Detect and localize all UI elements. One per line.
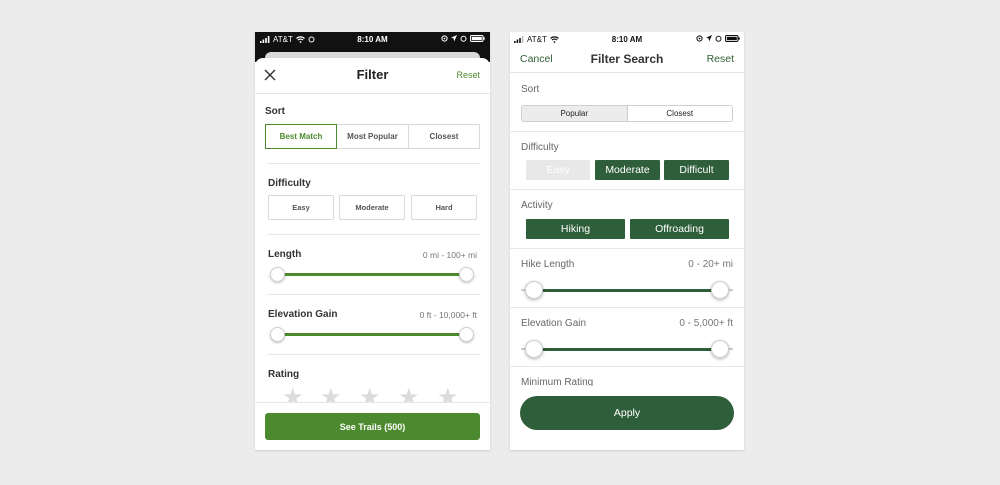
length-slider-track — [277, 273, 467, 276]
divider — [267, 294, 480, 295]
hike-length-range-value: 0 - 20+ mi — [688, 259, 733, 270]
nav-bar: Cancel Filter Search Reset — [510, 46, 744, 73]
activity-label: Activity — [521, 200, 553, 211]
sort-label: Sort — [521, 84, 540, 95]
battery-icon — [470, 35, 485, 42]
length-label: Length — [268, 249, 302, 260]
divider — [267, 354, 480, 355]
length-max-thumb[interactable] — [459, 267, 474, 282]
difficulty-easy-button[interactable]: Easy — [526, 160, 590, 180]
difficulty-difficult-button[interactable]: Difficult — [664, 160, 729, 180]
divider — [267, 163, 480, 164]
filter-screen-v1: AT&T 8:10 AM Filter Reset Sort Best Matc… — [255, 32, 490, 450]
activity-hiking-button[interactable]: Hiking — [526, 219, 625, 239]
difficulty-easy-button[interactable]: Easy — [268, 195, 334, 220]
elevation-slider-track — [277, 333, 467, 336]
location-icon — [706, 35, 712, 42]
elevation-label: Elevation Gain — [268, 309, 338, 320]
difficulty-label: Difficulty — [268, 178, 311, 189]
divider — [510, 366, 744, 367]
filter-sheet: Filter Reset Sort Best Match Most Popula… — [255, 58, 490, 450]
sort-segmented-control: Popular Closest — [521, 105, 733, 122]
elevation-range-value: 0 - 5,000+ ft — [679, 318, 733, 329]
sheet-footer: See Trails (500) — [255, 402, 490, 450]
divider — [510, 131, 744, 132]
elevation-min-thumb[interactable] — [525, 340, 543, 358]
elevation-range-value: 0 ft - 10,000+ ft — [419, 310, 477, 320]
difficulty-moderate-button[interactable]: Moderate — [595, 160, 660, 180]
filter-header: Filter Reset — [255, 58, 490, 94]
lock-rotation-icon — [696, 35, 703, 42]
location-icon — [451, 35, 457, 42]
elevation-min-thumb[interactable] — [270, 327, 285, 342]
difficulty-label: Difficulty — [521, 142, 559, 153]
page-title: Filter — [356, 67, 389, 82]
lock-rotation-icon — [441, 35, 448, 42]
filter-screen-v2: AT&T 8:10 AM Cancel Filter Search Reset — [510, 32, 744, 450]
sort-segmented-control: Best Match Most Popular Closest — [265, 124, 480, 149]
scroll-fade — [510, 386, 744, 396]
length-range-value: 0 mi - 100+ mi — [422, 250, 477, 260]
elevation-max-thumb[interactable] — [459, 327, 474, 342]
sort-option-most-popular[interactable]: Most Popular — [337, 124, 409, 149]
difficulty-moderate-button[interactable]: Moderate — [339, 195, 405, 220]
activity-offroading-button[interactable]: Offroading — [630, 219, 729, 239]
difficulty-hard-button[interactable]: Hard — [411, 195, 477, 220]
status-bar: AT&T 8:10 AM — [255, 32, 490, 46]
hike-length-label: Hike Length — [521, 259, 575, 270]
sort-option-closest[interactable]: Closest — [409, 124, 480, 149]
hike-length-min-thumb[interactable] — [525, 281, 543, 299]
battery-icon — [725, 35, 740, 42]
hike-length-slider-track — [534, 289, 720, 292]
divider — [510, 307, 744, 308]
divider — [510, 189, 744, 190]
alarm-icon — [715, 35, 722, 42]
elevation-label: Elevation Gain — [521, 318, 587, 329]
divider — [267, 234, 480, 235]
sort-option-best-match[interactable]: Best Match — [265, 124, 337, 149]
status-bar: AT&T 8:10 AM — [510, 32, 744, 46]
sort-option-popular[interactable]: Popular — [522, 106, 627, 121]
sort-option-closest[interactable]: Closest — [626, 106, 732, 121]
hike-length-max-thumb[interactable] — [711, 281, 729, 299]
elevation-slider-track — [534, 348, 720, 351]
see-trails-button[interactable]: See Trails (500) — [265, 413, 480, 440]
alarm-icon — [460, 35, 467, 42]
length-min-thumb[interactable] — [270, 267, 285, 282]
elevation-max-thumb[interactable] — [711, 340, 729, 358]
apply-button[interactable]: Apply — [520, 396, 734, 430]
divider — [510, 248, 744, 249]
reset-button[interactable]: Reset — [707, 53, 734, 65]
reset-button[interactable]: Reset — [456, 70, 480, 80]
rating-label: Rating — [268, 369, 300, 380]
sort-label: Sort — [265, 106, 285, 117]
